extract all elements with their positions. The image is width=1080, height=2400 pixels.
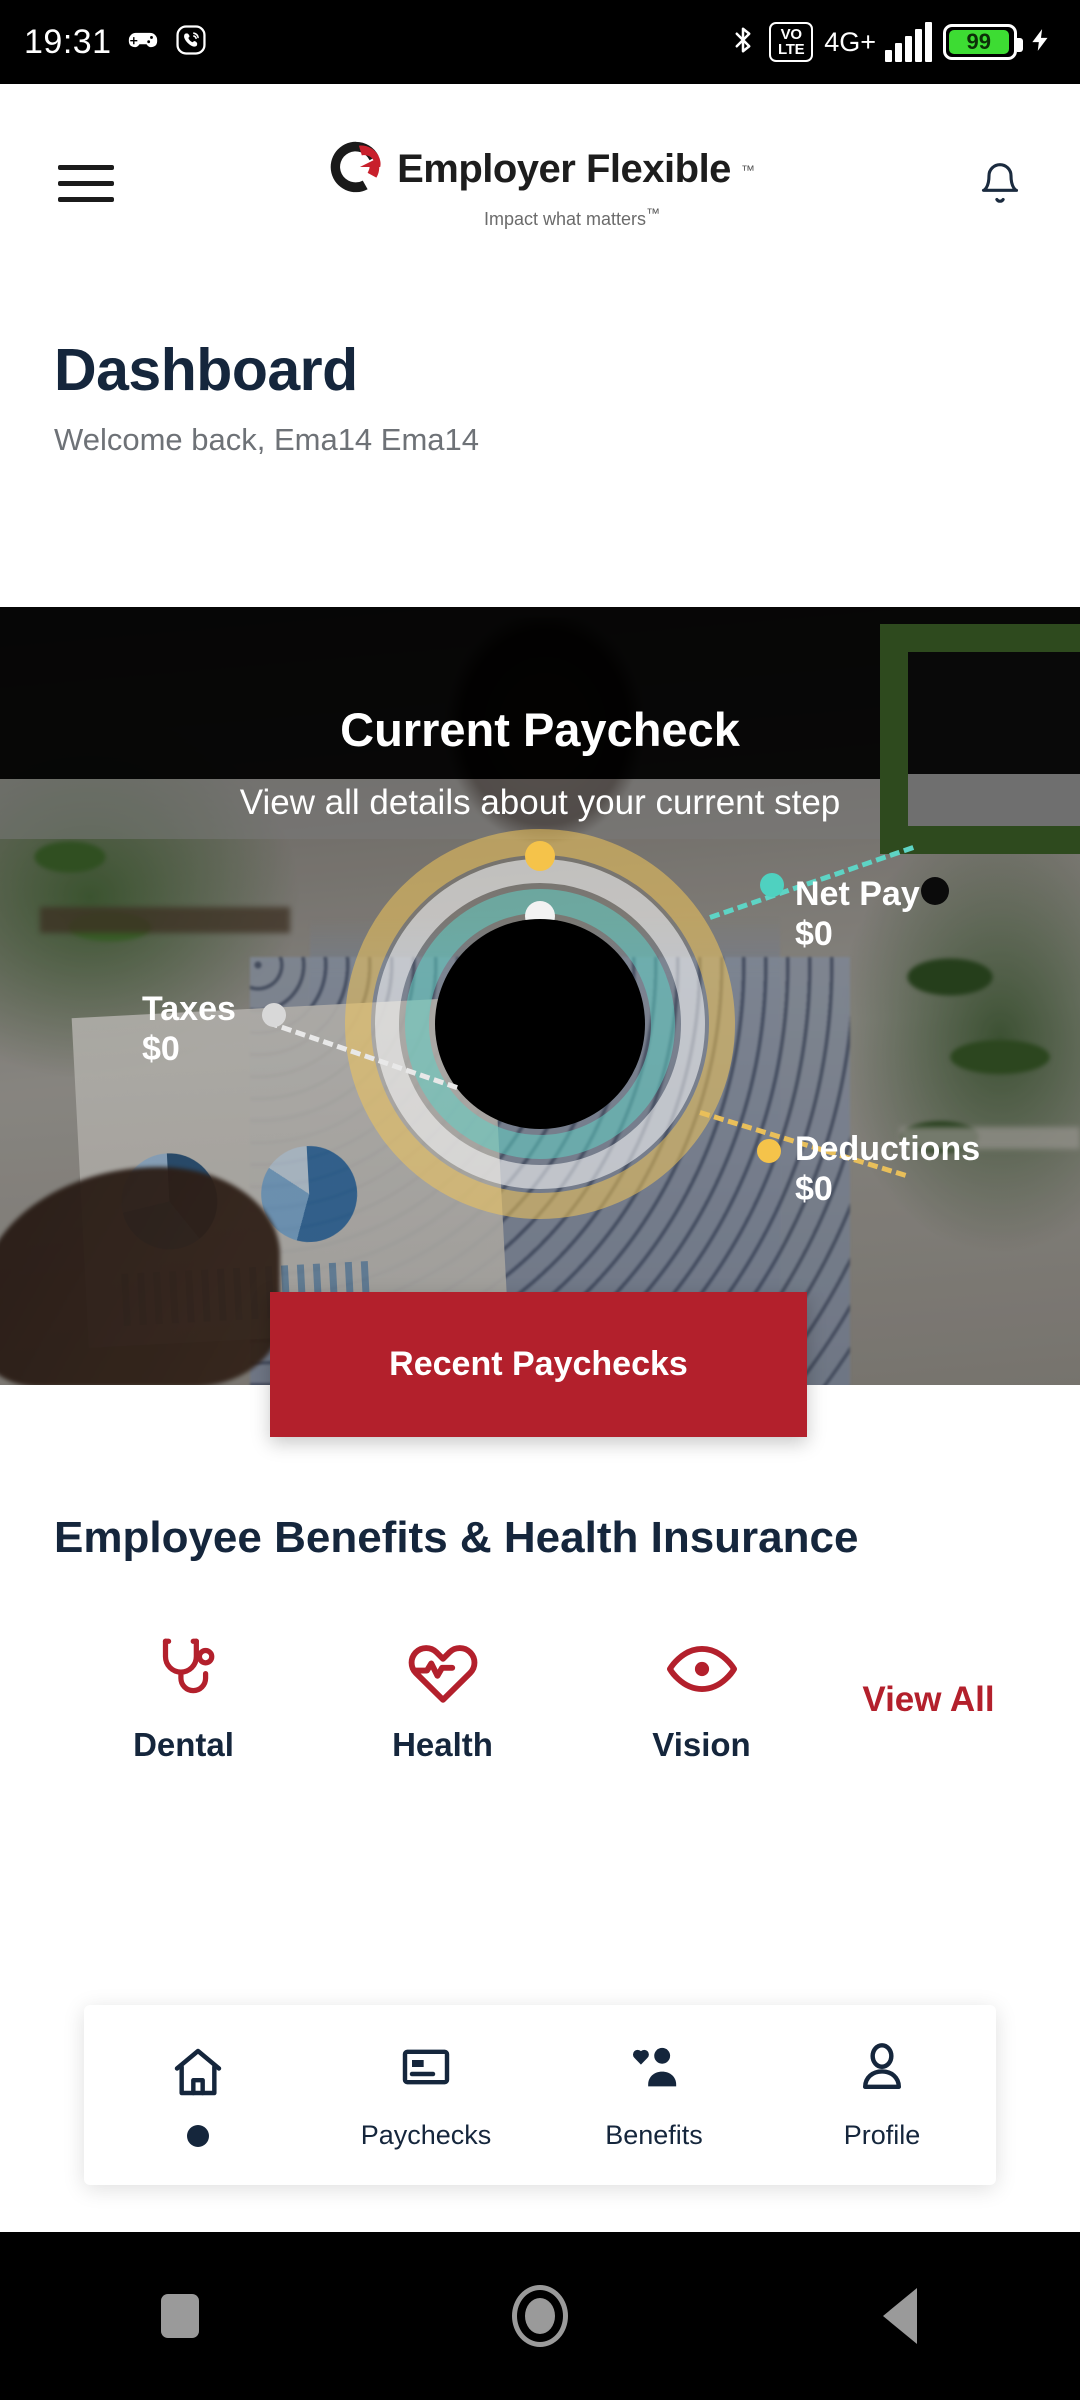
heart-pulse-icon	[406, 1630, 480, 1708]
welcome-message: Welcome back, Ema14 Ema14	[54, 422, 480, 457]
marker-netpay	[760, 873, 784, 897]
stat-taxes-label: Taxes	[142, 990, 236, 1028]
hero-title: Current Paycheck	[340, 703, 740, 756]
app-header: Employer Flexible ™ Impact what matters™	[0, 84, 1080, 282]
benefit-item-dental[interactable]: Dental	[54, 1630, 313, 1764]
stat-netpay-label: Net Pay	[795, 875, 920, 913]
status-bar-right: VO LTE 4G+ 99	[728, 21, 1054, 64]
bluetooth-icon	[728, 21, 758, 64]
network-type-label: 4G+	[824, 26, 876, 57]
signal-bars-icon	[885, 22, 932, 62]
ring-dot-deductions	[525, 841, 555, 871]
circle-home-icon[interactable]	[360, 2285, 720, 2347]
nav-paychecks-label: Paychecks	[360, 2120, 492, 2150]
phone-screen: 19:31 VO LTE 4G+ 99 Employer Flexible ™ …	[0, 0, 1080, 2400]
recent-paychecks-button[interactable]: Recent Paychecks	[270, 1292, 807, 1437]
hero-subtitle: View all details about your current step	[239, 783, 841, 822]
benefit-vision-label: Vision	[652, 1726, 751, 1763]
nav-item-benefits[interactable]: Benefits	[540, 2039, 768, 2151]
page-title: Dashboard	[54, 337, 358, 403]
stat-netpay-value: $0	[795, 915, 833, 954]
nav-item-profile[interactable]: Profile	[768, 2039, 996, 2151]
nav-profile-label: Profile	[843, 2120, 921, 2150]
bell-icon[interactable]	[966, 159, 1022, 207]
eye-icon	[665, 1630, 739, 1708]
logo-tagline-row: Impact what matters™	[484, 205, 660, 230]
stat-deductions: Deductions $0	[795, 1130, 980, 1211]
paycheck-card-icon	[398, 2039, 454, 2100]
viber-icon	[174, 23, 208, 62]
game-controller-icon	[126, 23, 160, 62]
battery-icon: 99	[943, 24, 1023, 60]
nav-item-paychecks[interactable]: Paychecks	[312, 2039, 540, 2151]
stethoscope-icon	[147, 1630, 221, 1708]
logo-trademark: ™	[740, 161, 755, 178]
android-navigation-bar	[0, 2232, 1080, 2400]
status-bar: 19:31 VO LTE 4G+ 99	[0, 0, 1080, 84]
nav-benefits-label: Benefits	[605, 2120, 703, 2150]
page-heading-block: Dashboard Welcome back, Ema14 Ema14	[54, 336, 479, 458]
employer-flexible-e-icon	[325, 136, 387, 203]
benefit-item-vision[interactable]: Vision	[572, 1630, 831, 1764]
charging-bolt-icon	[1028, 22, 1054, 63]
status-bar-left: 19:31	[24, 23, 208, 62]
marker-deductions	[757, 1139, 781, 1163]
view-all-benefits-link[interactable]: View All	[831, 1680, 1026, 1720]
benefits-people-icon	[626, 2039, 682, 2100]
donut-center	[435, 919, 645, 1129]
benefit-dental-label: Dental	[133, 1726, 234, 1763]
triangle-back-icon[interactable]	[720, 2288, 1080, 2344]
tagline-trademark: ™	[646, 205, 661, 221]
stat-taxes: Taxes $0	[142, 990, 236, 1071]
bottom-navigation-bar: Paychecks Benefits Profile	[84, 2005, 996, 2185]
volte-icon: VO LTE	[769, 22, 814, 62]
stat-netpay: Net Pay $0	[795, 875, 920, 956]
stat-deductions-label: Deductions	[795, 1130, 981, 1168]
home-icon	[170, 2044, 226, 2105]
battery-percent-label: 99	[966, 29, 991, 54]
nav-item-home[interactable]	[84, 2044, 312, 2147]
volte-bottom: LTE	[778, 41, 805, 58]
app-logo[interactable]: Employer Flexible ™ Impact what matters™	[114, 136, 966, 230]
person-icon	[854, 2039, 910, 2100]
hamburger-menu-icon[interactable]	[58, 164, 114, 202]
battery-fill: 99	[949, 30, 1009, 54]
square-recents-icon[interactable]	[0, 2294, 360, 2338]
nav-active-indicator	[187, 2124, 209, 2147]
benefits-row: Dental Health Vision View All	[54, 1630, 1026, 1764]
benefit-item-health[interactable]: Health	[313, 1630, 572, 1764]
status-time: 19:31	[24, 22, 112, 61]
paycheck-donut-chart	[345, 829, 735, 1219]
logo-text: Employer Flexible	[397, 147, 731, 191]
stat-taxes-value: $0	[142, 1030, 180, 1069]
marker-dark-dot	[921, 877, 949, 905]
benefits-section-title: Employee Benefits & Health Insurance	[54, 1513, 859, 1562]
stat-deductions-value: $0	[795, 1170, 833, 1209]
marker-taxes	[262, 1003, 286, 1027]
volte-top: VO	[780, 26, 802, 43]
benefit-health-label: Health	[392, 1726, 493, 1763]
logo-tagline: Impact what matters	[483, 209, 647, 229]
